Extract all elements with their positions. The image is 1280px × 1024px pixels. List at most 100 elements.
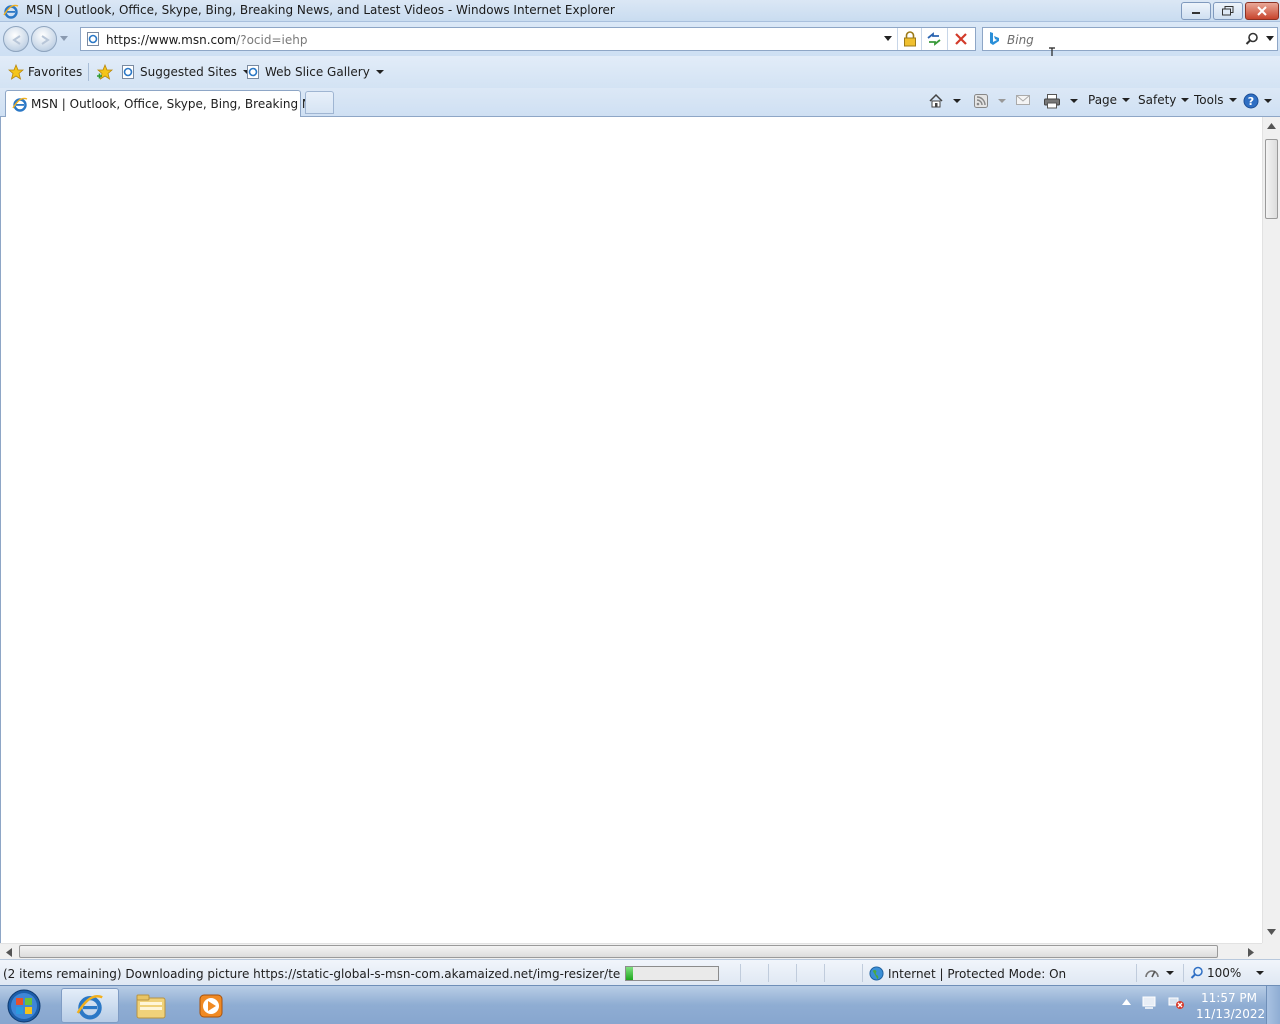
suggested-sites-button[interactable]: Suggested Sites xyxy=(120,64,251,80)
page-menu[interactable]: Page xyxy=(1088,93,1131,107)
navigation-bar: https://www.msn.com/?ocid=iehp Bing xyxy=(0,22,1280,65)
ie-page-icon xyxy=(122,65,134,79)
separator xyxy=(796,964,797,982)
close-button[interactable] xyxy=(1245,2,1279,20)
recent-pages-dropdown-icon[interactable] xyxy=(60,36,68,41)
taskbar-windows-media-player[interactable] xyxy=(182,988,240,1023)
chevron-down-icon xyxy=(375,70,384,74)
chevron-down-icon xyxy=(1166,971,1174,975)
scroll-left-arrow-icon[interactable] xyxy=(6,948,12,957)
taskbar-windows-explorer[interactable] xyxy=(122,988,180,1023)
change-status-bar-options-button[interactable] xyxy=(1144,966,1174,980)
minimize-button[interactable] xyxy=(1181,2,1211,20)
read-mail-button[interactable] xyxy=(1015,93,1031,107)
back-arrow-icon xyxy=(12,35,21,45)
refresh-icon[interactable] xyxy=(926,31,942,47)
chevron-down-icon xyxy=(1256,971,1265,975)
horizontal-scroll-thumb[interactable] xyxy=(19,945,1218,958)
window-title: MSN | Outlook, Office, Skype, Bing, Brea… xyxy=(26,3,615,17)
chevron-down-icon[interactable] xyxy=(998,99,1006,103)
address-url[interactable]: https://www.msn.com/?ocid=iehp xyxy=(106,33,307,47)
star-icon xyxy=(8,64,24,80)
chevron-down-icon[interactable] xyxy=(953,99,961,103)
separator xyxy=(824,964,825,982)
help-icon: ? xyxy=(1243,93,1259,109)
web-slice-gallery-button[interactable]: Web Slice Gallery xyxy=(245,64,384,80)
add-to-favorites-bar-button[interactable] xyxy=(96,64,114,80)
page-content[interactable] xyxy=(0,117,1262,943)
printer-icon xyxy=(1044,94,1060,109)
zoom-level-label: 100% xyxy=(1207,966,1242,980)
restore-icon xyxy=(1222,6,1234,16)
chevron-down-icon[interactable] xyxy=(1070,99,1078,103)
forward-button[interactable] xyxy=(31,26,57,52)
vertical-scrollbar[interactable] xyxy=(1262,117,1280,943)
separator xyxy=(897,28,898,50)
page-icon xyxy=(87,32,99,46)
url-path: /?ocid=iehp xyxy=(236,33,308,47)
safety-menu[interactable]: Safety xyxy=(1138,93,1190,107)
separator xyxy=(768,964,769,982)
taskbar-internet-explorer[interactable] xyxy=(61,988,119,1023)
lock-icon[interactable] xyxy=(903,31,917,47)
start-button[interactable] xyxy=(3,987,45,1024)
address-bar[interactable]: https://www.msn.com/?ocid=iehp xyxy=(80,27,976,51)
print-button[interactable] xyxy=(1043,93,1078,109)
search-placeholder: Bing xyxy=(1007,33,1034,47)
stop-icon[interactable] xyxy=(954,32,968,46)
search-options-dropdown-icon[interactable] xyxy=(1266,36,1274,41)
separator xyxy=(1183,964,1184,982)
scroll-right-arrow-icon[interactable] xyxy=(1248,948,1254,957)
horizontal-scrollbar[interactable] xyxy=(0,943,1262,959)
globe-icon xyxy=(869,966,884,981)
svg-text:?: ? xyxy=(1248,95,1254,108)
mail-icon xyxy=(1016,95,1030,105)
chevron-down-icon xyxy=(1264,99,1272,103)
chevron-down-icon xyxy=(1122,98,1131,102)
show-desktop-button[interactable] xyxy=(1266,986,1280,1024)
search-icon[interactable] xyxy=(1245,32,1259,46)
tab-label: MSN | Outlook, Office, Skype, Bing, Brea… xyxy=(31,97,330,111)
help-menu[interactable]: ? xyxy=(1243,93,1272,109)
new-tab-button[interactable] xyxy=(305,91,334,114)
safety-menu-label: Safety xyxy=(1138,93,1177,107)
separator xyxy=(947,28,948,50)
home-button[interactable] xyxy=(928,93,961,109)
rss-feed-icon xyxy=(974,94,988,108)
taskbar-clock[interactable]: 11:57 PM 11/13/2022 xyxy=(1196,990,1266,1022)
status-bar: (2 items remaining) Downloading picture … xyxy=(0,959,1280,985)
show-hidden-icons-icon[interactable] xyxy=(1122,999,1131,1005)
tools-menu-label: Tools xyxy=(1194,93,1224,107)
network-disconnected-icon[interactable] xyxy=(1167,994,1185,1010)
back-button[interactable] xyxy=(3,26,29,52)
scroll-up-arrow-icon[interactable] xyxy=(1267,123,1276,129)
security-zone[interactable]: Internet | Protected Mode: On xyxy=(869,966,1066,981)
action-center-flag-icon[interactable] xyxy=(1141,994,1157,1010)
zoom-level-button[interactable]: 100% xyxy=(1190,966,1265,980)
suggested-sites-label: Suggested Sites xyxy=(140,65,237,79)
ie-logo-icon xyxy=(3,4,19,19)
url-host: www.msn.com xyxy=(149,33,237,47)
add-favorite-icon xyxy=(96,64,114,80)
tools-menu[interactable]: Tools xyxy=(1194,93,1237,107)
search-box[interactable]: Bing xyxy=(982,27,1278,51)
separator xyxy=(740,964,741,982)
bing-logo-icon xyxy=(990,32,999,45)
web-slice-gallery-label: Web Slice Gallery xyxy=(265,65,370,79)
address-dropdown-icon[interactable] xyxy=(884,36,892,41)
url-scheme: https:// xyxy=(106,33,150,47)
feeds-button[interactable] xyxy=(973,93,1006,109)
scroll-down-arrow-icon[interactable] xyxy=(1267,929,1276,935)
vertical-scroll-thumb[interactable] xyxy=(1265,139,1278,219)
chevron-down-icon xyxy=(1228,98,1237,102)
zoom-icon xyxy=(1190,966,1203,979)
clock-date: 11/13/2022 xyxy=(1196,1007,1266,1021)
restore-button[interactable] xyxy=(1213,2,1243,20)
separator xyxy=(862,964,863,982)
favorites-button[interactable]: Favorites xyxy=(8,64,82,80)
page-menu-label: Page xyxy=(1088,93,1118,107)
separator xyxy=(921,28,922,50)
folder-icon xyxy=(136,994,166,1018)
tab-msn[interactable]: MSN | Outlook, Office, Skype, Bing, Brea… xyxy=(5,90,330,117)
home-icon xyxy=(929,93,943,108)
